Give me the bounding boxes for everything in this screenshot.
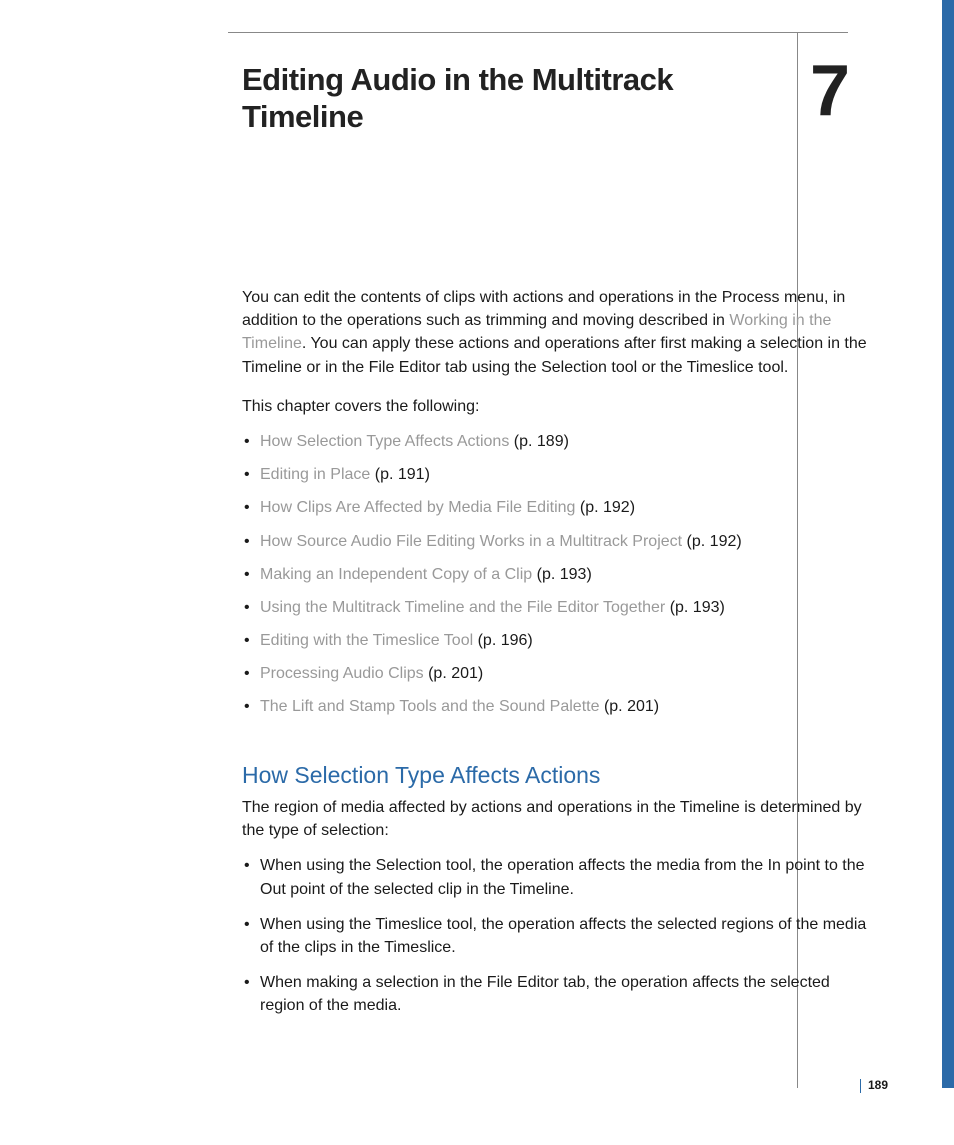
toc-item: Editing with the Timeslice Tool (p. 196) [242,629,878,652]
toc-item: How Clips Are Affected by Media File Edi… [242,496,878,519]
toc-page: (p. 201) [604,698,659,715]
intro-paragraph: You can edit the contents of clips with … [242,286,878,379]
toc-page: (p. 193) [537,566,592,583]
toc-item: The Lift and Stamp Tools and the Sound P… [242,695,878,718]
toc-link[interactable]: Making an Independent Copy of a Clip [260,566,532,583]
intro-text-2: . You can apply these actions and operat… [242,335,867,375]
section-heading: How Selection Type Affects Actions [242,759,878,792]
toc-list: How Selection Type Affects Actions (p. 1… [242,430,878,719]
toc-item: How Selection Type Affects Actions (p. 1… [242,430,878,453]
toc-item: Processing Audio Clips (p. 201) [242,662,878,685]
list-item: When making a selection in the File Edit… [242,971,878,1017]
toc-link[interactable]: Processing Audio Clips [260,665,424,682]
chapter-title: Editing Audio in the Multitrack Timeline [242,62,777,135]
section-paragraph: The region of media affected by actions … [242,796,878,842]
toc-link[interactable]: How Source Audio File Editing Works in a… [260,533,682,550]
toc-item: How Source Audio File Editing Works in a… [242,530,878,553]
section-bullet-list: When using the Selection tool, the opera… [242,854,878,1017]
covers-heading: This chapter covers the following: [242,395,878,418]
toc-page: (p. 192) [687,533,742,550]
toc-link[interactable]: How Selection Type Affects Actions [260,433,509,450]
toc-link[interactable]: Using the Multitrack Timeline and the Fi… [260,599,665,616]
toc-item: Using the Multitrack Timeline and the Fi… [242,596,878,619]
toc-link[interactable]: Editing with the Timeslice Tool [260,632,473,649]
toc-link[interactable]: How Clips Are Affected by Media File Edi… [260,499,575,516]
toc-item: Editing in Place (p. 191) [242,463,878,486]
toc-link[interactable]: Editing in Place [260,466,370,483]
toc-page: (p. 192) [580,499,635,516]
toc-page: (p. 201) [428,665,483,682]
list-item: When using the Timeslice tool, the opera… [242,913,878,959]
page-content: You can edit the contents of clips with … [242,286,878,1029]
toc-item: Making an Independent Copy of a Clip (p.… [242,563,878,586]
header-rule [228,32,848,33]
toc-link[interactable]: The Lift and Stamp Tools and the Sound P… [260,698,600,715]
sidebar-blue-bar [942,0,954,1088]
page-number: 189 [868,1078,888,1092]
toc-page: (p. 193) [670,599,725,616]
page-number-tick [860,1079,861,1093]
toc-page: (p. 196) [478,632,533,649]
chapter-number: 7 [810,50,848,132]
list-item: When using the Selection tool, the opera… [242,854,878,900]
toc-page: (p. 189) [514,433,569,450]
toc-page: (p. 191) [375,466,430,483]
